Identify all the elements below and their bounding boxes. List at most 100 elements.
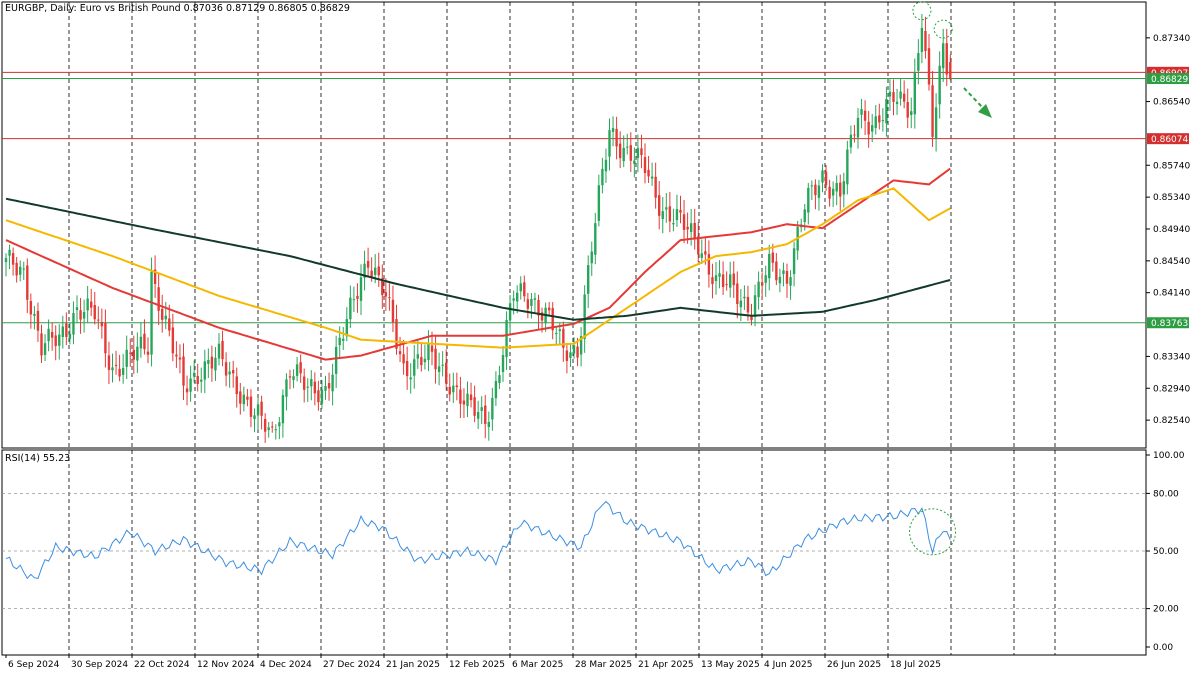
candle-body: [860, 109, 863, 115]
candle-body: [519, 283, 522, 292]
rsi-line: [5, 500, 951, 580]
candle-body: [232, 370, 235, 374]
candle-body: [711, 277, 714, 285]
candle-body: [881, 120, 885, 122]
candle-body: [129, 352, 132, 354]
candle-body: [36, 310, 40, 331]
candle-body: [927, 48, 931, 85]
candle-body: [732, 273, 735, 286]
candle-body: [590, 251, 593, 264]
candle-body: [917, 53, 920, 71]
candle-body: [491, 397, 494, 420]
candle-body: [11, 253, 15, 265]
candle-body: [807, 187, 810, 213]
candle-body: [352, 299, 356, 301]
candle-body: [618, 143, 622, 159]
rsi-tick-label: 80.00: [1153, 489, 1179, 499]
candle-body: [441, 364, 444, 366]
price-tick-label: 0.82940: [1153, 384, 1190, 394]
candle-body: [459, 389, 462, 404]
candle-body: [324, 386, 327, 391]
candle-body: [416, 354, 419, 359]
price-chart[interactable]: 6 Sep 2024 30 Sep 2024 22 Oct 2024 12 Nov 2…: [0, 0, 1200, 675]
candle-body: [494, 380, 498, 399]
candle-body: [221, 340, 224, 360]
candle-body: [764, 275, 767, 283]
candle-body: [689, 223, 693, 233]
price-level-label: 0.86829: [1151, 75, 1188, 85]
candle-body: [47, 328, 50, 342]
candle-body: [803, 209, 806, 223]
candle-body: [256, 404, 260, 416]
candle-body: [576, 346, 579, 358]
candle-body: [370, 270, 373, 277]
candle-body: [856, 117, 860, 138]
candle-body: [835, 183, 838, 192]
candle-body: [118, 368, 121, 377]
x-tick-label: 28 Mar 2025: [575, 660, 632, 670]
candle-body: [878, 115, 881, 123]
candle-body: [643, 157, 647, 174]
candle-body: [395, 319, 398, 349]
candle-body: [445, 362, 448, 384]
candle-body: [828, 186, 831, 199]
candle-body: [885, 99, 888, 124]
candle-body: [771, 252, 774, 263]
candle-body: [462, 400, 466, 405]
candle-body: [636, 147, 640, 158]
candle-body: [853, 134, 856, 136]
candle-body: [810, 185, 814, 187]
candle-body: [665, 207, 668, 210]
candle-body: [107, 355, 111, 370]
candle-body: [910, 111, 913, 115]
candle-body: [640, 148, 643, 156]
candle-body: [409, 377, 412, 380]
candle-body: [303, 376, 306, 390]
candle-body: [338, 337, 341, 346]
candle-body: [874, 116, 877, 129]
candle-body: [235, 376, 238, 395]
candle-body: [189, 378, 192, 392]
candle-body: [658, 195, 661, 216]
candle-body: [249, 396, 253, 417]
candle-body: [100, 321, 104, 327]
x-tick-label: 18 Jul 2025: [890, 660, 941, 670]
candle-body: [668, 206, 672, 222]
candle-body: [778, 276, 782, 284]
candle-body: [278, 422, 281, 427]
candle-body: [19, 266, 22, 275]
candle-body: [469, 394, 473, 401]
candle-body: [143, 333, 146, 350]
candle-body: [239, 391, 242, 404]
candle-body: [274, 429, 277, 431]
candle-body: [114, 364, 118, 366]
candle-body: [299, 362, 302, 374]
candle-body: [150, 271, 153, 355]
candle-body: [8, 249, 11, 256]
candle-body: [125, 349, 128, 367]
candle-body: [430, 345, 434, 352]
candle-body: [196, 376, 199, 385]
candle-body: [629, 145, 632, 161]
candle-body: [785, 270, 789, 284]
candle-body: [271, 426, 274, 428]
candle-body: [253, 415, 256, 420]
price-tick-label: 0.84140: [1153, 289, 1190, 299]
candle-body: [899, 91, 902, 99]
candle-body: [650, 176, 654, 179]
x-tick-label: 12 Nov 2024: [197, 660, 255, 670]
candle-body: [359, 277, 363, 301]
candle-body: [523, 282, 526, 297]
candle-body: [814, 184, 817, 196]
candle-body: [498, 375, 501, 384]
price-panel-frame: [1, 1, 1147, 449]
candle-body: [902, 93, 906, 102]
candle-body: [661, 211, 664, 219]
candle-body: [97, 319, 100, 321]
candle-body: [377, 266, 380, 276]
candle-body: [93, 304, 96, 320]
x-tick-label: 4 Dec 2024: [260, 660, 312, 670]
candle-body: [512, 298, 515, 301]
price-tick-label: 0.84940: [1153, 225, 1190, 235]
candle-body: [846, 149, 849, 185]
